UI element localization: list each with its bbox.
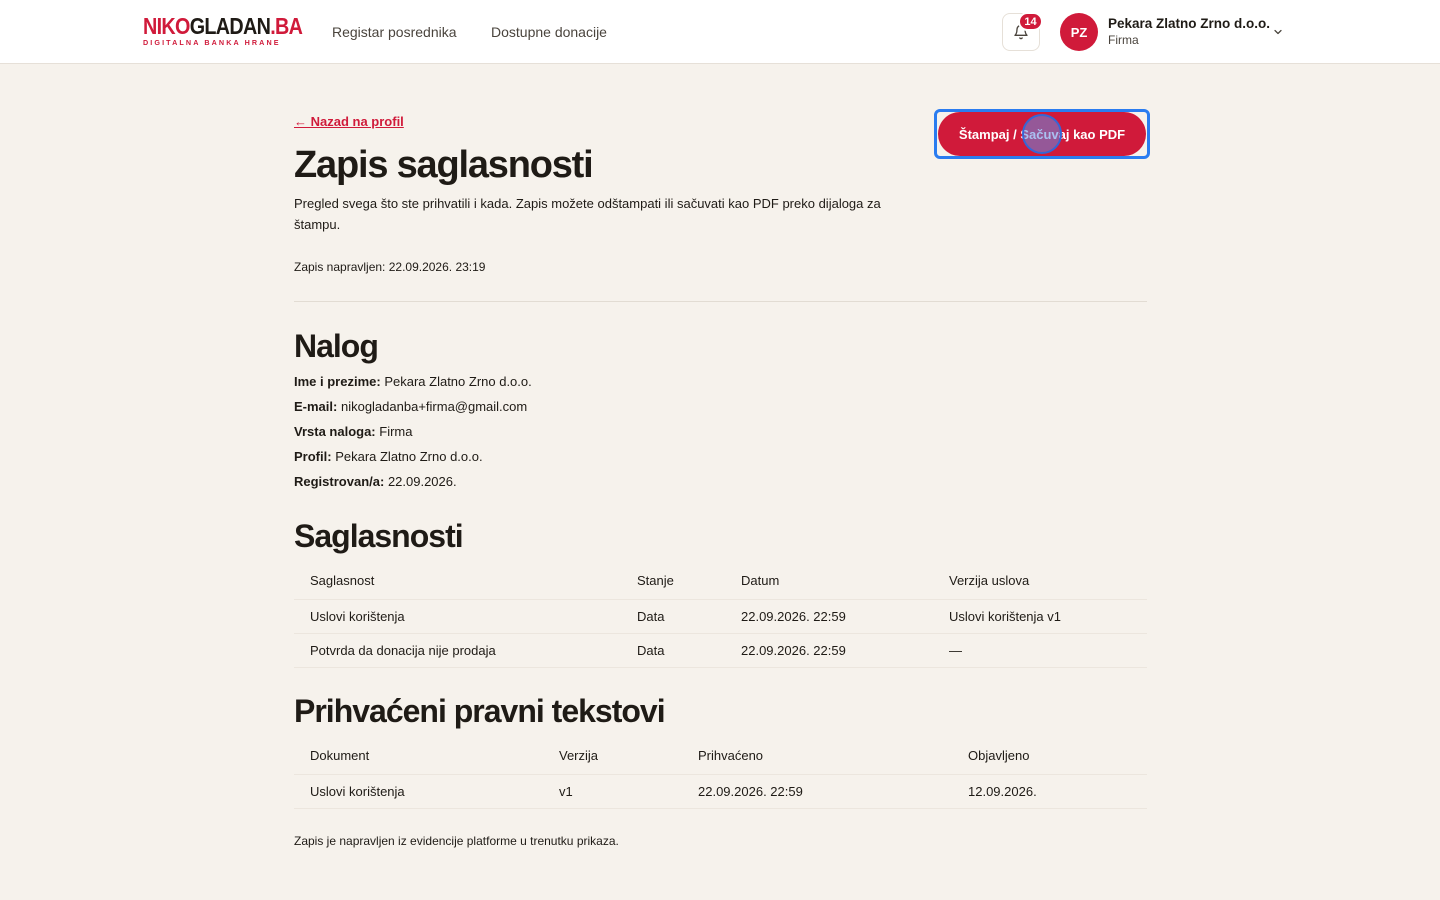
nav-link-dostupne-donacije[interactable]: Dostupne donacije — [491, 23, 607, 41]
column-header: Stanje — [621, 563, 725, 600]
table-row: Uslovi korištenja v1 22.09.2026. 22:59 1… — [294, 774, 1147, 809]
record-created-at: Zapis napravljen: 22.09.2026. 23:19 — [294, 260, 486, 274]
field-value: nikogladanba+firma@gmail.com — [340, 399, 528, 414]
section-divider — [294, 301, 1147, 302]
table-cell: Uslovi korištenja — [294, 774, 543, 809]
table-cell: Potvrda da donacija nije prodaja — [294, 633, 621, 668]
page-intro: Pregled svega što ste prihvatili i kada.… — [294, 196, 881, 232]
table-cell: 22.09.2026. 22:59 — [725, 599, 933, 634]
table-cell: 22.09.2026. 22:59 — [682, 774, 952, 809]
table-cell: Uslovi korištenja v1 — [933, 599, 1147, 634]
table-cell: Data — [621, 633, 725, 668]
logo-part-2: GLADAN — [189, 13, 271, 39]
user-avatar[interactable]: PZ — [1060, 13, 1098, 51]
column-header: Datum — [725, 563, 933, 600]
field-label: Registrovan/a: — [294, 474, 385, 489]
user-role: Firma — [1108, 33, 1139, 47]
table-row: Uslovi korištenja Data 22.09.2026. 22:59… — [294, 599, 1147, 634]
field-label: Ime i prezime: — [294, 374, 381, 389]
column-header: Verzija uslova — [933, 563, 1147, 600]
cursor-indicator — [1022, 114, 1062, 154]
account-field-profile: Profil: Pekara Zlatno Zrno d.o.o. — [294, 448, 483, 466]
page-title: Zapis saglasnosti — [294, 144, 594, 186]
account-section-title: Nalog — [294, 328, 379, 364]
account-field-type: Vrsta naloga: Firma — [294, 423, 412, 441]
table-row: Potvrda da donacija nije prodaja Data 22… — [294, 633, 1147, 668]
table-cell: — — [933, 633, 1147, 668]
top-navigation-bar: NIKOGLADAN.BA DIGITALNA BANKA HRANE Regi… — [0, 0, 1440, 64]
notifications-count-badge: 14 — [1018, 12, 1043, 31]
table-cell: 12.09.2026. — [952, 774, 1147, 809]
table-cell: 22.09.2026. 22:59 — [725, 633, 933, 668]
column-header: Verzija — [543, 738, 682, 775]
logo-wordmark: NIKOGLADAN.BA — [143, 13, 303, 39]
field-label: E-mail: — [294, 399, 338, 414]
field-value: Pekara Zlatno Zrno d.o.o. — [335, 449, 483, 464]
field-value: Pekara Zlatno Zrno d.o.o. — [384, 374, 532, 389]
table-header-row: Dokument Verzija Prihvaćeno Objavljeno — [294, 738, 1147, 775]
field-value: Firma — [379, 424, 413, 439]
field-label: Vrsta naloga: — [294, 424, 376, 439]
column-header: Dokument — [294, 738, 543, 775]
table-cell: Data — [621, 599, 725, 634]
account-field-email: E-mail: nikogladanba+firma@gmail.com — [294, 398, 527, 416]
user-name[interactable]: Pekara Zlatno Zrno d.o.o. — [1108, 16, 1270, 31]
table-header-row: Saglasnost Stanje Datum Verzija uslova — [294, 563, 1147, 600]
site-logo[interactable]: NIKOGLADAN.BA DIGITALNA BANKA HRANE — [143, 13, 303, 47]
account-field-registered: Registrovan/a: 22.09.2026. — [294, 473, 457, 491]
footer-note: Zapis je napravljen iz evidencije platfo… — [294, 834, 619, 848]
logo-part-3: .BA — [270, 13, 303, 39]
table-cell: Uslovi korištenja — [294, 599, 621, 634]
consents-table: Saglasnost Stanje Datum Verzija uslova U… — [294, 563, 1147, 668]
column-header: Prihvaćeno — [682, 738, 952, 775]
legal-texts-table: Dokument Verzija Prihvaćeno Objavljeno U… — [294, 738, 1147, 809]
legal-section-title: Prihvaćeni pravni tekstovi — [294, 693, 666, 729]
back-to-profile-link[interactable]: ← Nazad na profil — [294, 114, 404, 129]
nav-link-registar-posrednika[interactable]: Registar posrednika — [332, 23, 457, 41]
field-label: Profil: — [294, 449, 332, 464]
column-header: Objavljeno — [952, 738, 1147, 775]
field-value: 22.09.2026. — [387, 474, 457, 489]
logo-part-1: NIKO — [143, 13, 190, 39]
logo-tagline: DIGITALNA BANKA HRANE — [143, 38, 281, 47]
table-cell: v1 — [543, 774, 682, 809]
account-field-name: Ime i prezime: Pekara Zlatno Zrno d.o.o. — [294, 373, 532, 391]
chevron-down-icon[interactable] — [1272, 26, 1284, 38]
column-header: Saglasnost — [294, 563, 621, 600]
consents-section-title: Saglasnosti — [294, 518, 464, 554]
